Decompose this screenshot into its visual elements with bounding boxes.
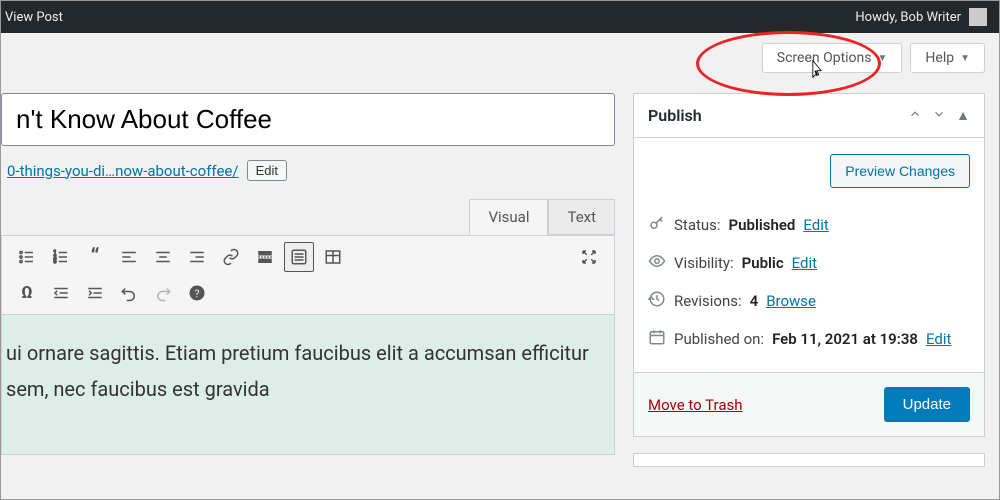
fullscreen-icon[interactable] bbox=[574, 242, 604, 272]
post-title-input[interactable] bbox=[1, 93, 615, 146]
svg-text:?: ? bbox=[195, 287, 200, 300]
published-edit-link[interactable]: Edit bbox=[926, 330, 951, 348]
table-icon[interactable] bbox=[318, 242, 348, 272]
avatar[interactable] bbox=[969, 8, 987, 26]
tab-text[interactable]: Text bbox=[548, 199, 615, 235]
published-label: Published on: bbox=[674, 330, 764, 348]
publish-box-header[interactable]: Publish ▲ bbox=[634, 94, 984, 138]
eye-icon bbox=[648, 252, 666, 274]
caret-down-icon: ▼ bbox=[878, 53, 888, 64]
outdent-icon[interactable] bbox=[46, 278, 76, 308]
link-icon[interactable] bbox=[216, 242, 246, 272]
screen-options-label: Screen Options bbox=[777, 50, 872, 66]
revisions-value: 4 bbox=[750, 292, 759, 310]
calendar-icon bbox=[648, 328, 666, 350]
preview-changes-button[interactable]: Preview Changes bbox=[830, 154, 970, 188]
visibility-value: Public bbox=[742, 254, 784, 272]
toggle-panel-icon[interactable]: ▲ bbox=[956, 107, 970, 125]
bullet-list-icon[interactable] bbox=[12, 242, 42, 272]
redo-icon[interactable] bbox=[148, 278, 178, 308]
indent-icon[interactable] bbox=[80, 278, 110, 308]
permalink-row: 0-things-you-di…now-about-coffee/ Edit bbox=[7, 160, 615, 181]
status-edit-link[interactable]: Edit bbox=[803, 216, 828, 234]
read-more-icon[interactable] bbox=[250, 242, 280, 272]
permalink-edit-button[interactable]: Edit bbox=[247, 160, 287, 181]
publish-heading: Publish bbox=[648, 106, 702, 125]
update-button[interactable]: Update bbox=[884, 387, 970, 422]
permalink-link[interactable]: 0-things-you-di…now-about-coffee/ bbox=[7, 162, 239, 180]
move-up-icon[interactable] bbox=[908, 107, 922, 125]
visibility-row: Visibility: Public Edit bbox=[648, 244, 970, 282]
status-label: Status: bbox=[674, 216, 721, 234]
help-label: Help bbox=[925, 50, 954, 66]
caret-down-icon: ▼ bbox=[960, 53, 970, 64]
move-down-icon[interactable] bbox=[932, 107, 946, 125]
screen-options-button[interactable]: Screen Options ▼ bbox=[762, 43, 903, 73]
quote-icon[interactable]: “ bbox=[80, 242, 110, 272]
toolbar-toggle-icon[interactable] bbox=[284, 242, 314, 272]
revisions-browse-link[interactable]: Browse bbox=[766, 292, 816, 310]
published-row: Published on: Feb 11, 2021 at 19:38 Edit bbox=[648, 320, 970, 358]
undo-icon[interactable] bbox=[114, 278, 144, 308]
visibility-label: Visibility: bbox=[674, 254, 734, 272]
status-value: Published bbox=[729, 216, 796, 234]
main-column: 0-things-you-di…now-about-coffee/ Edit V… bbox=[1, 93, 615, 483]
revisions-row: Revisions: 4 Browse bbox=[648, 282, 970, 320]
publish-box: Publish ▲ Preview Changes Status: Publis… bbox=[633, 93, 985, 437]
key-icon bbox=[648, 214, 666, 236]
help-icon[interactable]: ? bbox=[182, 278, 212, 308]
revisions-label: Revisions: bbox=[674, 292, 742, 310]
editor-wrap: Visual Text 123 “ bbox=[1, 199, 615, 455]
align-center-icon[interactable] bbox=[148, 242, 178, 272]
move-to-trash-link[interactable]: Move to Trash bbox=[648, 396, 742, 414]
side-column: Publish ▲ Preview Changes Status: Publis… bbox=[633, 93, 985, 483]
editor-toolbar: 123 “ Ω ? bbox=[1, 235, 615, 315]
svg-text:3: 3 bbox=[54, 259, 57, 265]
view-post-link[interactable]: View Post bbox=[5, 10, 63, 25]
align-right-icon[interactable] bbox=[182, 242, 212, 272]
numbered-list-icon[interactable]: 123 bbox=[46, 242, 76, 272]
status-row: Status: Published Edit bbox=[648, 206, 970, 244]
tab-visual[interactable]: Visual bbox=[469, 199, 548, 235]
published-value: Feb 11, 2021 at 19:38 bbox=[772, 330, 918, 348]
help-button[interactable]: Help ▼ bbox=[910, 43, 985, 73]
greeting-text[interactable]: Howdy, Bob Writer bbox=[855, 10, 961, 25]
revisions-icon bbox=[648, 290, 666, 312]
contextual-tabs: Screen Options ▼ Help ▼ bbox=[1, 33, 999, 73]
admin-bar: View Post Howdy, Bob Writer bbox=[1, 1, 999, 33]
visibility-edit-link[interactable]: Edit bbox=[792, 254, 817, 272]
next-postbox-edge bbox=[633, 453, 985, 467]
align-left-icon[interactable] bbox=[114, 242, 144, 272]
special-character-icon[interactable]: Ω bbox=[12, 278, 42, 308]
editor-content[interactable]: ui ornare sagittis. Etiam pretium faucib… bbox=[1, 315, 615, 455]
